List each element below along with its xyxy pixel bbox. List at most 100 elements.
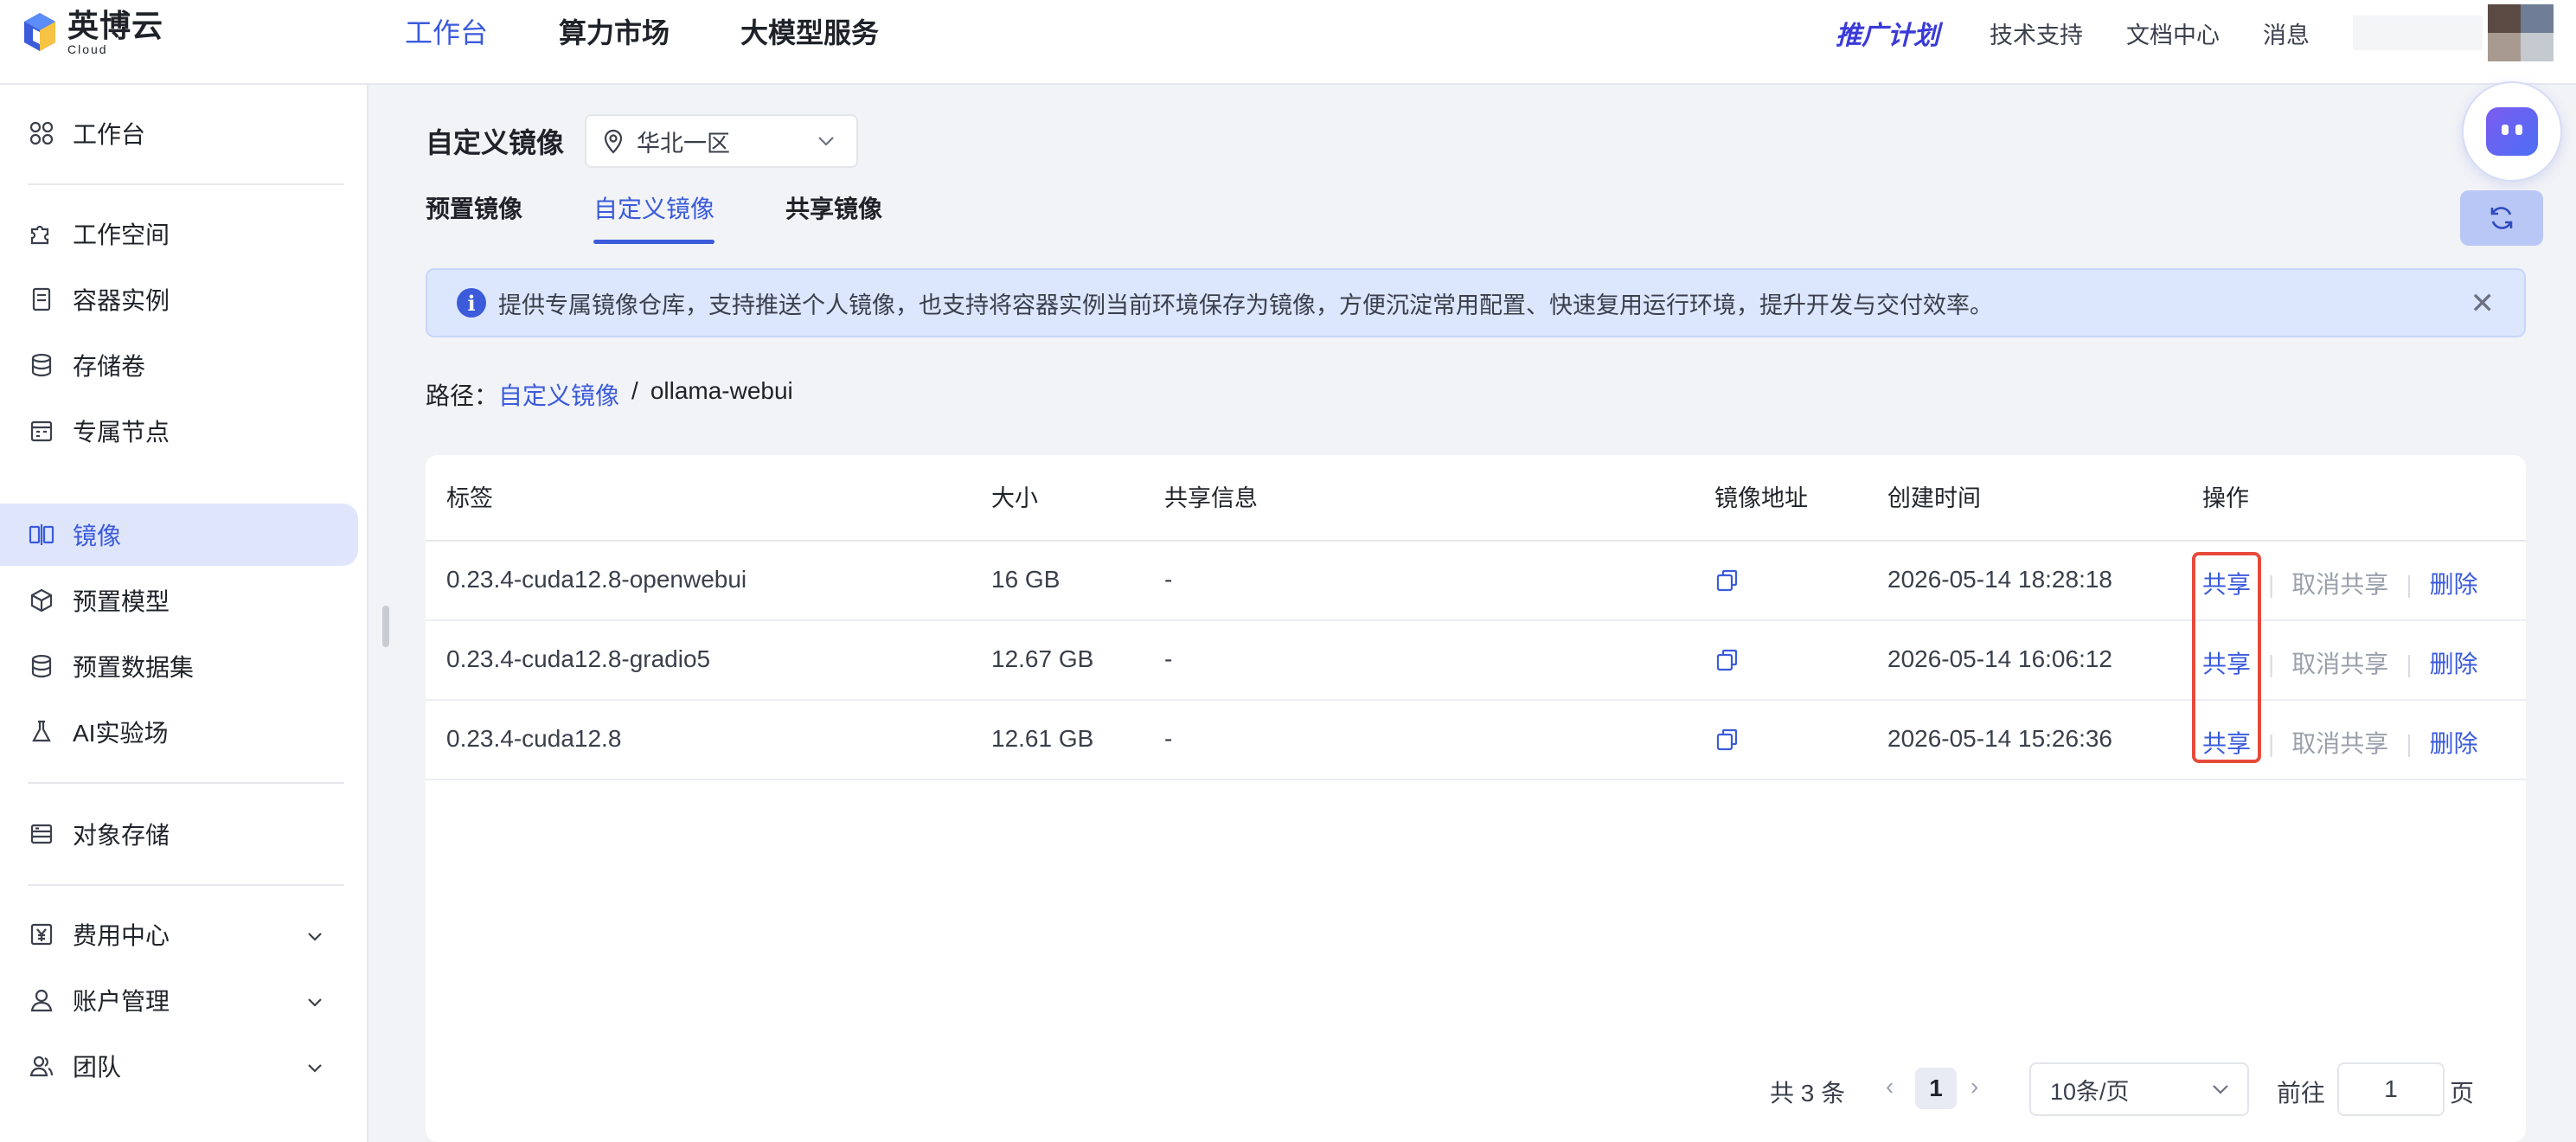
nav-compute-market[interactable]: 算力市场 <box>559 14 670 52</box>
tab-shared-mirror[interactable]: 共享镜像 <box>785 190 882 244</box>
sidebar-item-billing[interactable]: 费用中心 <box>0 903 358 966</box>
sidebar-item-dedicated-node[interactable]: 专属节点 <box>0 400 358 462</box>
action-divider: | <box>2406 651 2413 677</box>
sidebar-item-label: 工作空间 <box>73 221 170 248</box>
docs-link[interactable]: 文档中心 <box>2126 16 2220 50</box>
breadcrumb-link[interactable]: 自定义镜像 <box>498 377 619 412</box>
user-icon <box>28 986 55 1014</box>
sidebar-item-container[interactable]: 容器实例 <box>0 268 358 330</box>
sidebar-item-workbench[interactable]: 工作台 <box>0 102 358 164</box>
sidebar-item-label: 容器实例 <box>73 287 170 314</box>
logo-name: 英博云 <box>67 8 164 43</box>
logo[interactable]: 英博云 Cloud <box>22 9 163 55</box>
sidebar-item-storage-volume[interactable]: 存储卷 <box>0 334 358 396</box>
page-title: 自定义镜像 <box>426 127 565 158</box>
title-row: 自定义镜像 华北一区 <box>426 114 859 168</box>
share-button[interactable]: 共享 <box>2202 651 2251 677</box>
sidebar-item-label: AI实验场 <box>73 720 169 747</box>
nav-llm-service[interactable]: 大模型服务 <box>740 14 879 52</box>
cube-icon <box>28 587 55 614</box>
cancel-share-button[interactable]: 取消共享 <box>2291 730 2388 757</box>
team-icon <box>28 1052 55 1080</box>
table-header: 标签 大小 共享信息 镜像地址 创建时间 操作 <box>426 455 2526 542</box>
refresh-icon <box>2490 207 2513 229</box>
cell-tag: 0.23.4-cuda12.8-openwebui <box>446 566 747 593</box>
goto-page-input[interactable]: 1 <box>2337 1062 2445 1116</box>
database-icon <box>28 652 55 680</box>
chevron-down-icon[interactable] <box>306 986 324 1014</box>
sidebar-item-label: 镜像 <box>73 523 122 549</box>
nav-workbench[interactable]: 工作台 <box>405 14 488 52</box>
sidebar-item-preset-model[interactable]: 预置模型 <box>0 569 358 632</box>
notice-banner: i 提供专属镜像仓库，支持推送个人镜像，也支持将容器实例当前环境保存为镜像，方便… <box>426 268 2526 337</box>
assistant-bot-button[interactable] <box>2462 81 2562 182</box>
user-name-placeholder <box>2353 16 2483 50</box>
sidebar-item-object-storage[interactable]: 对象存储 <box>0 803 358 865</box>
close-icon[interactable]: ✕ <box>2470 289 2496 318</box>
breadcrumb-prefix: 路径： <box>426 382 499 409</box>
page-size-value: 10条/页 <box>2050 1078 2130 1105</box>
col-actions: 操作 <box>2202 485 2249 511</box>
cell-share: - <box>1164 566 1173 593</box>
breadcrumb-separator: / <box>631 377 638 404</box>
chevron-down-icon[interactable] <box>306 1052 324 1080</box>
delete-button[interactable]: 删除 <box>2430 571 2478 598</box>
tab-custom-mirror[interactable]: 自定义镜像 <box>593 190 715 244</box>
cell-size: 16 GB <box>991 566 1061 593</box>
cell-actions: 共享 | 取消共享 | 删除 <box>2202 645 2478 680</box>
chevron-down-icon[interactable] <box>306 921 324 948</box>
sidebar-item-label: 存储卷 <box>73 353 146 380</box>
chevron-down-icon <box>815 128 837 160</box>
table-row: 0.23.4-cuda12.8 12.61 GB - 2026-05-14 15… <box>426 701 2526 780</box>
col-share-info: 共享信息 <box>1164 485 1258 511</box>
share-button[interactable]: 共享 <box>2202 571 2251 598</box>
mirror-tabs: 预置镜像 自定义镜像 共享镜像 <box>426 190 953 244</box>
refresh-button[interactable] <box>2460 190 2543 246</box>
action-divider: | <box>2268 651 2275 677</box>
avatar[interactable] <box>2488 4 2554 61</box>
sidebar-item-ai-lab[interactable]: AI实验场 <box>0 701 358 763</box>
storage-icon <box>28 820 55 848</box>
delete-button[interactable]: 删除 <box>2430 651 2478 677</box>
tech-support-link[interactable]: 技术支持 <box>1990 16 2083 50</box>
tab-preset-mirror[interactable]: 预置镜像 <box>426 190 522 244</box>
cancel-share-button[interactable]: 取消共享 <box>2291 571 2388 598</box>
cell-tag: 0.23.4-cuda12.8 <box>446 725 622 752</box>
top-right-links: 推广计划 技术支持 文档中心 消息 <box>1836 0 2576 66</box>
sidebar-item-label: 账户管理 <box>73 988 170 1015</box>
pagination-total: 共 3 条 <box>1770 1080 1846 1107</box>
goto-label: 前往 <box>2277 1080 2326 1107</box>
sidebar-item-label: 费用中心 <box>73 922 170 949</box>
sidebar-item-account[interactable]: 账户管理 <box>0 969 358 1031</box>
container-icon <box>28 286 55 313</box>
database-icon <box>28 351 55 379</box>
chevron-right-icon[interactable]: › <box>1970 1073 1978 1100</box>
region-value: 华北一区 <box>637 130 731 157</box>
cell-share: - <box>1164 725 1173 752</box>
sidebar-item-preset-dataset[interactable]: 预置数据集 <box>0 635 358 697</box>
region-select[interactable]: 华北一区 <box>585 114 859 168</box>
copy-icon[interactable] <box>1714 568 1740 593</box>
chevron-left-icon[interactable]: ‹ <box>1886 1073 1894 1100</box>
copy-icon[interactable] <box>1714 647 1740 673</box>
sidebar-item-team[interactable]: 团队 <box>0 1035 358 1097</box>
sidebar-item-label: 专属节点 <box>73 419 170 446</box>
sidebar-item-label: 预置数据集 <box>73 654 195 681</box>
top-bar: 英博云 Cloud 工作台 算力市场 大模型服务 推广计划 技术支持 文档中心 … <box>0 0 2576 85</box>
page-size-select[interactable]: 10条/页 <box>2029 1062 2249 1116</box>
cell-share: - <box>1164 645 1173 672</box>
promo-link[interactable]: 推广计划 <box>1836 14 1939 52</box>
share-button[interactable]: 共享 <box>2202 730 2251 757</box>
col-address: 镜像地址 <box>1714 485 1808 511</box>
copy-icon[interactable] <box>1714 727 1740 753</box>
sidebar-item-label: 预置模型 <box>73 588 170 615</box>
notice-text: 提供专属镜像仓库，支持推送个人镜像，也支持将容器实例当前环境保存为镜像，方便沉淀… <box>498 292 1993 318</box>
grid-icon <box>28 119 55 147</box>
pagination-page-current[interactable]: 1 <box>1915 1068 1957 1109</box>
sidebar-item-workspace[interactable]: 工作空间 <box>0 202 358 265</box>
delete-button[interactable]: 删除 <box>2430 730 2478 757</box>
cancel-share-button[interactable]: 取消共享 <box>2291 651 2388 677</box>
messages-link[interactable]: 消息 <box>2263 16 2310 50</box>
sidebar-item-mirror[interactable]: 镜像 <box>0 504 358 566</box>
cell-actions: 共享 | 取消共享 | 删除 <box>2202 725 2478 760</box>
